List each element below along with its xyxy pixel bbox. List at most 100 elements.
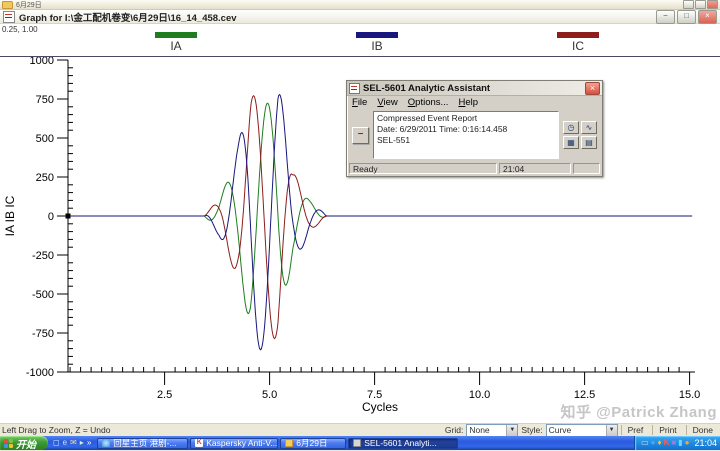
- legend-item-ib: IB: [347, 32, 407, 53]
- bg-minimize-button[interactable]: [683, 0, 694, 9]
- kaspersky-icon: K: [195, 439, 203, 447]
- oscillography-icon[interactable]: ∿: [581, 121, 597, 134]
- svg-text:500: 500: [36, 133, 54, 145]
- status-time: 21:04: [499, 163, 571, 174]
- legend-label: IB: [347, 39, 407, 53]
- bg-close-button[interactable]: [707, 0, 718, 9]
- dialog-menubar: File View Options... Help: [347, 96, 602, 109]
- key-icon[interactable]: ♦: [658, 439, 662, 447]
- svg-text:-1000: -1000: [26, 367, 54, 379]
- report-line: Compressed Event Report: [377, 113, 555, 124]
- quick-launch: ◻ e ✉ ▸ »: [48, 439, 96, 447]
- done-button[interactable]: Done: [686, 425, 719, 435]
- svg-text:15.0: 15.0: [679, 389, 700, 401]
- collapse-button[interactable]: −: [352, 127, 369, 144]
- background-window-titlebar[interactable]: 6月29日: [0, 0, 720, 10]
- legend-label: IC: [548, 39, 608, 53]
- folder-icon: [285, 439, 293, 447]
- event-report-list[interactable]: Compressed Event Report Date: 6/29/2011 …: [373, 111, 559, 159]
- mail-icon[interactable]: ✉: [70, 439, 77, 447]
- graph-window-titlebar[interactable]: Graph for I:\金工配机卷变\6月29日\16_14_458.cev …: [0, 10, 720, 24]
- graph-close-button[interactable]: ×: [698, 10, 717, 24]
- chevron-down-icon[interactable]: ▼: [606, 425, 617, 436]
- menu-view[interactable]: View: [377, 97, 397, 108]
- grid-select[interactable]: None ▼: [466, 424, 518, 437]
- dialog-close-button[interactable]: ×: [585, 82, 600, 95]
- windows-logo-icon: [4, 439, 13, 448]
- pref-button[interactable]: Pref: [621, 425, 650, 435]
- print-button[interactable]: Print: [652, 425, 682, 435]
- dialog-body: − Compressed Event Report Date: 6/29/201…: [347, 109, 602, 162]
- media-player-icon[interactable]: ▸: [80, 439, 84, 447]
- kaspersky-tray-icon[interactable]: K: [664, 439, 670, 447]
- im-icon[interactable]: ■: [671, 439, 676, 447]
- more-chevron-icon[interactable]: »: [87, 439, 91, 447]
- taskbar-button-sel5601[interactable]: SEL-5601 Analyti...: [348, 438, 458, 449]
- graph-maximize-button[interactable]: □: [677, 10, 696, 24]
- taskbar-button-browser[interactable]: 回星主页 港剧-...: [97, 438, 188, 449]
- style-select[interactable]: Curve ▼: [546, 424, 618, 437]
- waveform-chart[interactable]: 10007505002500-250-500-750-10002.55.07.5…: [0, 0, 720, 450]
- watermark: 知乎 @Patrick Zhang: [561, 401, 718, 422]
- legend-swatch: [557, 32, 599, 38]
- svg-text:Cycles: Cycles: [362, 400, 398, 414]
- graph-app-icon: [3, 11, 15, 23]
- status-ready: Ready: [349, 163, 497, 174]
- taskbar-button-folder[interactable]: 6月29日: [280, 438, 346, 449]
- svg-text:0: 0: [48, 211, 54, 223]
- show-desktop-icon[interactable]: ◻: [53, 439, 60, 447]
- menu-help[interactable]: Help: [458, 97, 478, 108]
- phasor-icon[interactable]: ◷: [563, 121, 579, 134]
- bg-maximize-button[interactable]: [695, 0, 706, 9]
- svg-text:750: 750: [36, 94, 54, 106]
- printer-icon[interactable]: ▭: [641, 439, 649, 447]
- taskbar-clock: 21:04: [694, 438, 717, 448]
- qq-icon[interactable]: ●: [685, 439, 690, 447]
- svg-text:5.0: 5.0: [262, 389, 277, 401]
- svg-text:10.0: 10.0: [469, 389, 490, 401]
- dialog-titlebar[interactable]: SEL-5601 Analytic Assistant ×: [347, 81, 602, 96]
- network-icon[interactable]: ▮: [678, 439, 682, 447]
- ie-icon[interactable]: e: [63, 439, 67, 447]
- grid-label: Grid:: [445, 425, 463, 435]
- legend-item-ia: IA: [146, 32, 206, 53]
- svg-text:-500: -500: [32, 289, 54, 301]
- thunder-icon[interactable]: ●: [651, 439, 656, 447]
- taskbar: 开始 ◻ e ✉ ▸ » 回星主页 港剧-... K Kaspersky Ant…: [0, 436, 720, 450]
- style-label: Style:: [521, 425, 542, 435]
- legend-separator: [0, 56, 720, 57]
- sel5601-dialog: SEL-5601 Analytic Assistant × File View …: [346, 80, 603, 177]
- svg-text:250: 250: [36, 172, 54, 184]
- svg-text:-750: -750: [32, 328, 54, 340]
- graph-window-title: Graph for I:\金工配机卷变\6月29日\16_14_458.cev: [19, 10, 654, 24]
- legend-swatch: [155, 32, 197, 38]
- event-report-icon[interactable]: ▤: [581, 136, 597, 149]
- system-tray: ▭ ● ♦ K ■ ▮ ● 21:04: [634, 436, 720, 450]
- taskbar-button-kaspersky[interactable]: K Kaspersky Anti-V...: [190, 438, 278, 449]
- sel-app-icon: [353, 439, 361, 447]
- background-window-title: 6月29日: [16, 0, 682, 10]
- legend-swatch: [356, 32, 398, 38]
- svg-text:12.5: 12.5: [574, 389, 595, 401]
- svg-text:-250: -250: [32, 250, 54, 262]
- zoom-hint: Left Drag to Zoom, Z = Undo: [2, 425, 110, 435]
- cursor-readout: 0.25, 1.00: [2, 25, 38, 34]
- report-line: Date: 6/29/2011 Time: 0:16:14.458: [377, 124, 555, 135]
- legend-label: IA: [146, 39, 206, 53]
- legend-item-ic: IC: [548, 32, 608, 53]
- graph-footer: Left Drag to Zoom, Z = Undo Grid: None ▼…: [0, 423, 720, 436]
- harmonics-icon[interactable]: ▦: [563, 136, 579, 149]
- graph-minimize-button[interactable]: −: [656, 10, 675, 24]
- svg-text:IA IB IC: IA IB IC: [3, 195, 17, 236]
- dialog-statusbar: Ready 21:04: [347, 162, 602, 176]
- dialog-toolbar: ◷ ∿ ▦ ▤: [563, 121, 597, 149]
- report-line: SEL-551: [377, 135, 555, 146]
- svg-text:2.5: 2.5: [157, 389, 172, 401]
- folder-icon: [2, 1, 13, 9]
- start-button[interactable]: 开始: [0, 436, 48, 450]
- menu-file[interactable]: File: [352, 97, 367, 108]
- chevron-down-icon[interactable]: ▼: [506, 425, 517, 436]
- status-spacer: [573, 163, 600, 174]
- ie-page-icon: [102, 439, 110, 447]
- menu-options[interactable]: Options...: [408, 97, 449, 108]
